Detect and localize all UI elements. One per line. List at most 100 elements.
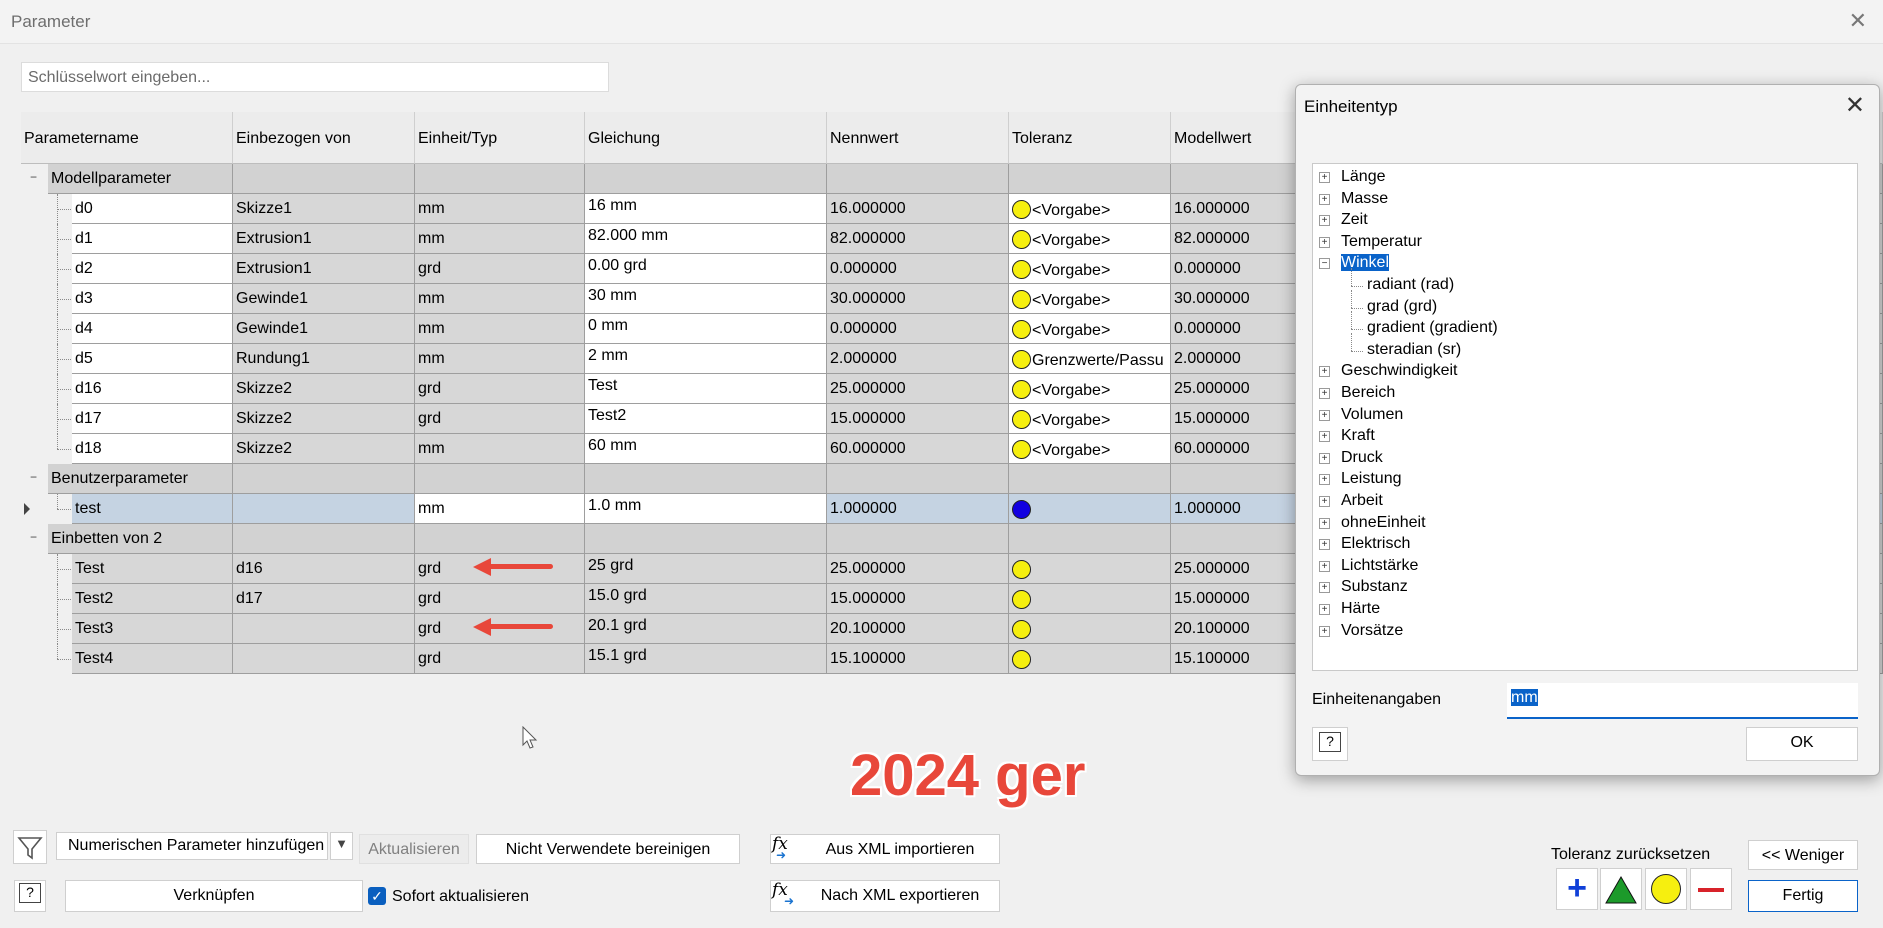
cell-unit[interactable]: grd: [415, 374, 585, 404]
tree-node-unit-type[interactable]: Länge: [1341, 168, 1386, 186]
cell-tol[interactable]: [1009, 554, 1171, 584]
tree-node-unit-type[interactable]: Kraft: [1341, 427, 1375, 445]
cell-eq[interactable]: Test2: [585, 404, 827, 434]
cell-unit[interactable]: mm: [415, 434, 585, 464]
tree-node-unit-type[interactable]: Geschwindigkeit: [1341, 362, 1458, 380]
cell-unit[interactable]: grd: [415, 644, 585, 674]
expand-icon[interactable]: +: [1319, 431, 1330, 443]
cell-tol[interactable]: <Vorgabe>: [1009, 224, 1171, 254]
tolerance-upper-button[interactable]: +: [1556, 868, 1598, 910]
cell-unit[interactable]: mm: [415, 224, 585, 254]
cell-name[interactable]: test: [72, 494, 233, 524]
cell-nom[interactable]: 30.000000: [827, 284, 1009, 314]
cell-tol[interactable]: <Vorgabe>: [1009, 314, 1171, 344]
cell-by[interactable]: Skizze2: [233, 374, 415, 404]
cell-unit[interactable]: mm: [415, 314, 585, 344]
cell-eq[interactable]: 20.1 grd: [585, 614, 827, 644]
tree-node-unit-type[interactable]: Zeit: [1341, 211, 1368, 229]
cell-eq[interactable]: Test: [585, 374, 827, 404]
cell-name[interactable]: d2: [72, 254, 233, 284]
cell-by[interactable]: Extrusion1: [233, 224, 415, 254]
cell-unit[interactable]: grd: [415, 554, 585, 584]
expand-icon[interactable]: +: [1319, 604, 1330, 615]
add-numeric-parameter-button[interactable]: Numerischen Parameter hinzufügen: [56, 832, 328, 860]
expand-icon[interactable]: +: [1319, 625, 1330, 637]
cell-eq[interactable]: 1.0 mm: [585, 494, 827, 524]
help-button[interactable]: ?: [14, 880, 46, 912]
units-help-button[interactable]: ?: [1312, 727, 1348, 761]
expand-icon[interactable]: +: [1319, 517, 1330, 529]
column-header[interactable]: Toleranz: [1009, 112, 1171, 164]
tree-node-unit[interactable]: radiant (rad): [1367, 276, 1454, 294]
cell-unit[interactable]: mm: [415, 194, 585, 224]
collapse-icon[interactable]: −: [1319, 258, 1330, 270]
cell-tol[interactable]: [1009, 584, 1171, 614]
cell-eq[interactable]: 16 mm: [585, 194, 827, 224]
tolerance-lower-button[interactable]: [1690, 868, 1732, 910]
collapse-icon[interactable]: −: [28, 171, 39, 184]
cell-by[interactable]: Gewinde1: [233, 284, 415, 314]
expand-icon[interactable]: +: [1319, 172, 1330, 183]
units-ok-button[interactable]: OK: [1746, 727, 1858, 761]
add-parameter-dropdown[interactable]: ▼: [330, 832, 353, 860]
tree-node-unit-type[interactable]: Arbeit: [1341, 492, 1383, 510]
cell-tol[interactable]: <Vorgabe>: [1009, 284, 1171, 314]
column-header[interactable]: Nennwert: [827, 112, 1009, 164]
expand-icon[interactable]: +: [1319, 496, 1330, 507]
less-button[interactable]: << Weniger: [1748, 840, 1858, 870]
cell-by[interactable]: Skizze2: [233, 404, 415, 434]
tree-node-unit-type[interactable]: ohneEinheit: [1341, 514, 1426, 532]
cell-eq[interactable]: 30 mm: [585, 284, 827, 314]
tree-node-unit-type[interactable]: Winkel: [1341, 254, 1390, 272]
cell-tol[interactable]: <Vorgabe>: [1009, 434, 1171, 464]
units-dialog-close-icon[interactable]: ✕: [1845, 91, 1865, 120]
cell-eq[interactable]: 0 mm: [585, 314, 827, 344]
collapse-icon[interactable]: −: [28, 471, 39, 484]
cell-by[interactable]: Rundung1: [233, 344, 415, 374]
cell-unit[interactable]: grd: [415, 614, 585, 644]
expand-icon[interactable]: +: [1319, 582, 1330, 594]
cell-name[interactable]: d3: [72, 284, 233, 314]
cell-name[interactable]: d4: [72, 314, 233, 344]
cell-by[interactable]: Skizze2: [233, 434, 415, 464]
expand-icon[interactable]: +: [1319, 452, 1330, 464]
column-header[interactable]: Einheit/Typ: [415, 112, 585, 164]
tree-node-unit-type[interactable]: Bereich: [1341, 384, 1395, 402]
cell-tol[interactable]: [1009, 644, 1171, 674]
cell-unit[interactable]: grd: [415, 404, 585, 434]
cell-eq[interactable]: 25 grd: [585, 554, 827, 584]
cell-by[interactable]: Extrusion1: [233, 254, 415, 284]
expand-icon[interactable]: +: [1319, 560, 1330, 572]
cell-by[interactable]: d17: [233, 584, 415, 614]
cell-nom[interactable]: 16.000000: [827, 194, 1009, 224]
cell-tol[interactable]: <Vorgabe>: [1009, 194, 1171, 224]
cell-eq[interactable]: 60 mm: [585, 434, 827, 464]
tolerance-median-button[interactable]: [1600, 868, 1642, 910]
cell-nom[interactable]: 15.000000: [827, 404, 1009, 434]
expand-icon[interactable]: +: [1319, 193, 1330, 205]
cell-nom[interactable]: 20.100000: [827, 614, 1009, 644]
cell-eq[interactable]: 15.0 grd: [585, 584, 827, 614]
tree-node-unit-type[interactable]: Lichtstärke: [1341, 557, 1418, 575]
cell-tol[interactable]: [1009, 614, 1171, 644]
expand-icon[interactable]: +: [1319, 539, 1330, 551]
cell-unit[interactable]: mm: [415, 494, 585, 524]
cell-tol[interactable]: Grenzwerte/Passu: [1009, 344, 1171, 374]
export-xml-button[interactable]: Nach XML exportieren: [770, 880, 1000, 912]
cell-name[interactable]: d17: [72, 404, 233, 434]
tree-node-unit-type[interactable]: Härte: [1341, 600, 1380, 618]
cell-unit[interactable]: mm: [415, 284, 585, 314]
cell-name[interactable]: d16: [72, 374, 233, 404]
cell-nom[interactable]: 0.000000: [827, 314, 1009, 344]
tree-node-unit[interactable]: steradian (sr): [1367, 341, 1461, 359]
cell-by[interactable]: d16: [233, 554, 415, 584]
expand-icon[interactable]: +: [1319, 388, 1330, 399]
tree-node-unit[interactable]: gradient (gradient): [1367, 319, 1498, 337]
cell-unit[interactable]: grd: [415, 584, 585, 614]
cell-nom[interactable]: 25.000000: [827, 554, 1009, 584]
cell-tol[interactable]: <Vorgabe>: [1009, 404, 1171, 434]
cell-unit[interactable]: grd: [415, 254, 585, 284]
tree-node-unit-type[interactable]: Volumen: [1341, 406, 1403, 424]
tree-node-unit-type[interactable]: Druck: [1341, 449, 1383, 467]
cell-name[interactable]: d18: [72, 434, 233, 464]
